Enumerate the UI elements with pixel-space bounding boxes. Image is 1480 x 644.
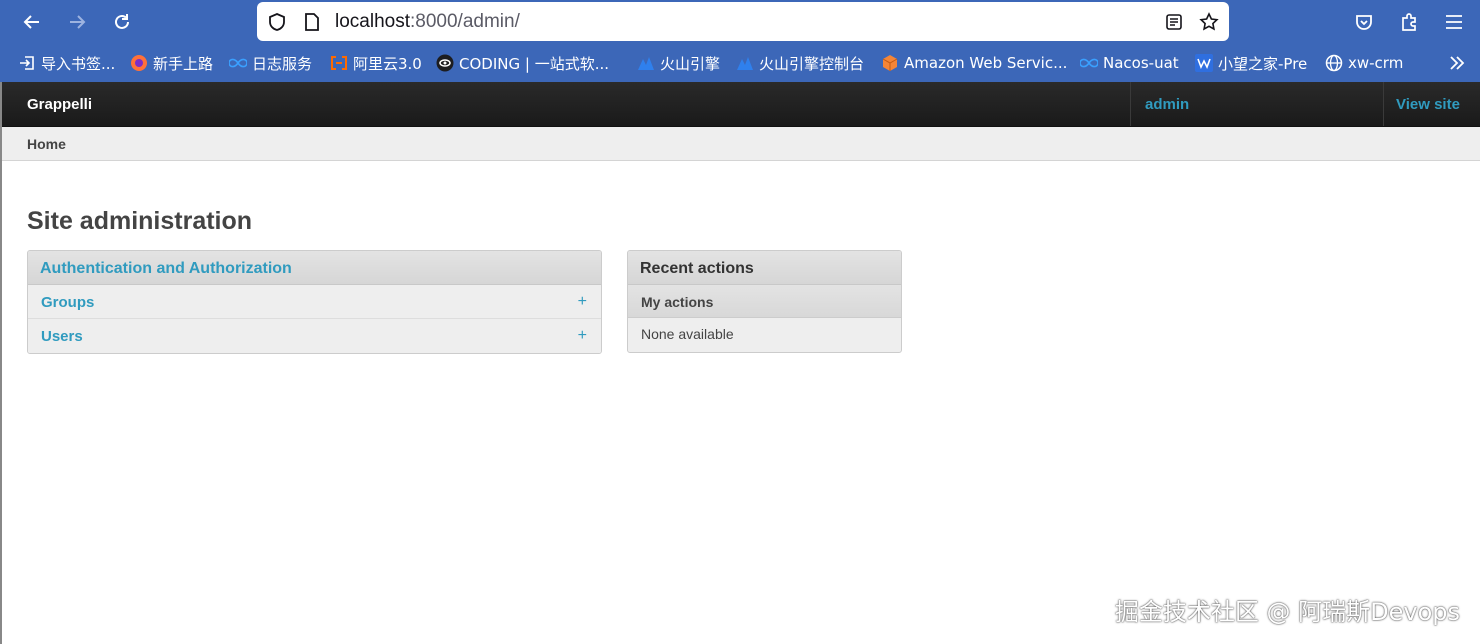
users-link[interactable]: Users xyxy=(41,328,83,345)
my-actions-header: My actions xyxy=(628,285,901,318)
recent-actions-module: Recent actions My actions None available xyxy=(627,250,902,353)
pocket-icon xyxy=(1356,15,1372,30)
bookmark-label: 小望之家-Pre xyxy=(1218,54,1308,73)
module-header: Authentication and Authorization xyxy=(28,251,601,285)
bookmark-label: 日志服务 xyxy=(252,54,313,73)
volcano-icon xyxy=(637,54,655,72)
puzzle-icon xyxy=(1402,13,1416,31)
bookmark-item[interactable]: 导入书签... xyxy=(18,52,115,74)
bookmarks-bar: 导入书签... 新手上路 日志服务 阿里云3.0 CODING | 一站式软..… xyxy=(0,44,1480,82)
w-logo-icon xyxy=(1195,54,1213,72)
pocket-button[interactable] xyxy=(1348,6,1380,38)
url-path: :8000/admin/ xyxy=(410,11,520,32)
back-arrow-icon xyxy=(23,15,39,29)
reload-button[interactable] xyxy=(106,6,138,38)
module-title-link[interactable]: Authentication and Authorization xyxy=(40,260,292,278)
volcano-icon xyxy=(736,54,754,72)
auth-module: Authentication and Authorization Groups … xyxy=(27,250,602,354)
bookmark-item[interactable]: xw-crm xyxy=(1325,52,1403,74)
recent-actions-title: Recent actions xyxy=(640,260,754,277)
aws-cube-icon xyxy=(881,54,899,72)
extensions-button[interactable] xyxy=(1393,6,1425,38)
bookmark-item[interactable]: 新手上路 xyxy=(130,52,213,74)
breadcrumb-home[interactable]: Home xyxy=(27,136,66,152)
bookmark-item[interactable]: 日志服务 xyxy=(229,52,312,74)
bookmark-label: 阿里云3.0 xyxy=(353,54,422,73)
my-actions-title: My actions xyxy=(641,294,714,310)
firefox-icon xyxy=(130,54,148,72)
module-header: Recent actions xyxy=(628,251,901,285)
breadcrumb: Home xyxy=(2,127,1480,161)
browser-toolbar: localhost:8000/admin/ xyxy=(0,0,1480,44)
bookmark-label: CODING | 一站式软... xyxy=(459,54,609,73)
page-left-border xyxy=(0,82,2,644)
bookmarks-overflow-button[interactable] xyxy=(1448,52,1466,74)
bookmark-label: xw-crm xyxy=(1348,54,1404,72)
url-host: localhost xyxy=(335,11,410,32)
bookmark-star-icon[interactable] xyxy=(1198,11,1220,33)
bookmark-item[interactable]: 小望之家-Pre xyxy=(1195,52,1307,74)
bookmark-label: 火山引擎 xyxy=(660,54,721,73)
import-icon xyxy=(18,54,36,72)
groups-link[interactable]: Groups xyxy=(41,294,94,311)
empty-state-text: None available xyxy=(641,326,734,342)
aliyun-icon xyxy=(330,54,348,72)
page-icon[interactable] xyxy=(301,11,323,33)
address-bar[interactable]: localhost:8000/admin/ xyxy=(257,2,1229,41)
user-name[interactable]: admin xyxy=(1145,96,1189,113)
watermark: 掘金技术社区 @ 阿瑞斯Devops xyxy=(1114,598,1460,626)
bookmark-label: Amazon Web Servic... xyxy=(904,54,1068,72)
bookmark-item[interactable]: Amazon Web Servic... xyxy=(881,52,1067,74)
brand-link[interactable]: Grappelli xyxy=(27,96,92,113)
user-menu[interactable]: admin xyxy=(1130,82,1384,126)
empty-state: None available xyxy=(628,318,901,351)
shield-icon[interactable] xyxy=(266,11,288,33)
bookmark-label: 新手上路 xyxy=(153,54,214,73)
add-user-button[interactable]: + xyxy=(578,327,587,345)
admin-header: Grappelli admin View site xyxy=(2,82,1480,127)
bookmark-item[interactable]: Nacos-uat xyxy=(1080,52,1179,74)
forward-button[interactable] xyxy=(61,6,93,38)
view-site-link[interactable]: View site xyxy=(1396,96,1460,113)
globe-icon xyxy=(1325,54,1343,72)
page-title: Site administration xyxy=(27,207,253,235)
reload-icon xyxy=(115,14,129,29)
hamburger-icon xyxy=(1446,15,1462,29)
bookmark-label: Nacos-uat xyxy=(1103,54,1179,72)
url-text[interactable]: localhost:8000/admin/ xyxy=(335,11,520,33)
double-chevron-right-icon xyxy=(1450,56,1465,70)
bookmark-label: 导入书签... xyxy=(41,54,116,73)
infinity-icon xyxy=(229,54,247,72)
infinity-icon xyxy=(1080,54,1098,72)
coding-icon xyxy=(436,54,454,72)
add-group-button[interactable]: + xyxy=(578,293,587,311)
forward-arrow-icon xyxy=(70,15,86,29)
bookmark-item[interactable]: 火山引擎 xyxy=(637,52,720,74)
bookmark-item[interactable]: 火山引擎控制台 xyxy=(736,52,864,74)
model-row-users: Users + xyxy=(28,319,601,353)
bookmark-item[interactable]: CODING | 一站式软... xyxy=(436,52,609,74)
model-row-groups: Groups + xyxy=(28,285,601,319)
menu-button[interactable] xyxy=(1438,6,1470,38)
bookmark-label: 火山引擎控制台 xyxy=(759,54,865,73)
back-button[interactable] xyxy=(16,6,48,38)
reader-view-icon[interactable] xyxy=(1163,11,1185,33)
bookmark-item[interactable]: 阿里云3.0 xyxy=(330,52,422,74)
